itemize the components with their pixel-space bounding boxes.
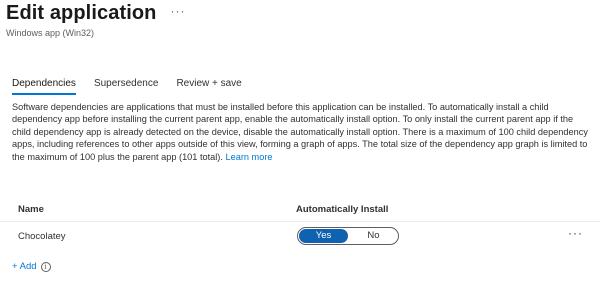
tab-bar: Dependencies Supersedence Review + save (12, 78, 260, 95)
auto-install-toggle[interactable]: Yes No (297, 227, 399, 245)
toggle-no-option[interactable]: No (349, 228, 398, 244)
row-more-options-icon[interactable]: ··· (568, 226, 583, 240)
learn-more-link[interactable]: Learn more (226, 152, 273, 162)
more-options-icon[interactable]: ··· (171, 4, 186, 18)
tab-review-save[interactable]: Review + save (176, 78, 241, 95)
tab-supersedence[interactable]: Supersedence (94, 78, 159, 95)
page-subtitle: Windows app (Win32) (6, 28, 95, 38)
toggle-yes-option[interactable]: Yes (299, 229, 348, 243)
title-row: Edit application ··· (6, 2, 186, 25)
add-dependency-link[interactable]: + Add i (12, 261, 51, 272)
add-label[interactable]: + Add (12, 261, 37, 272)
table-header: Name Automatically Install (0, 196, 600, 222)
dependencies-description: Software dependencies are applications t… (12, 101, 592, 163)
info-icon[interactable]: i (40, 261, 51, 272)
dependency-name: Chocolatey (18, 231, 66, 242)
column-header-name: Name (18, 204, 44, 215)
tab-dependencies[interactable]: Dependencies (12, 78, 76, 95)
column-header-auto-install: Automatically Install (296, 204, 389, 215)
page-title: Edit application (6, 2, 157, 24)
description-text: Software dependencies are applications t… (12, 102, 588, 162)
table-row: Chocolatey Yes No ··· (0, 222, 600, 250)
